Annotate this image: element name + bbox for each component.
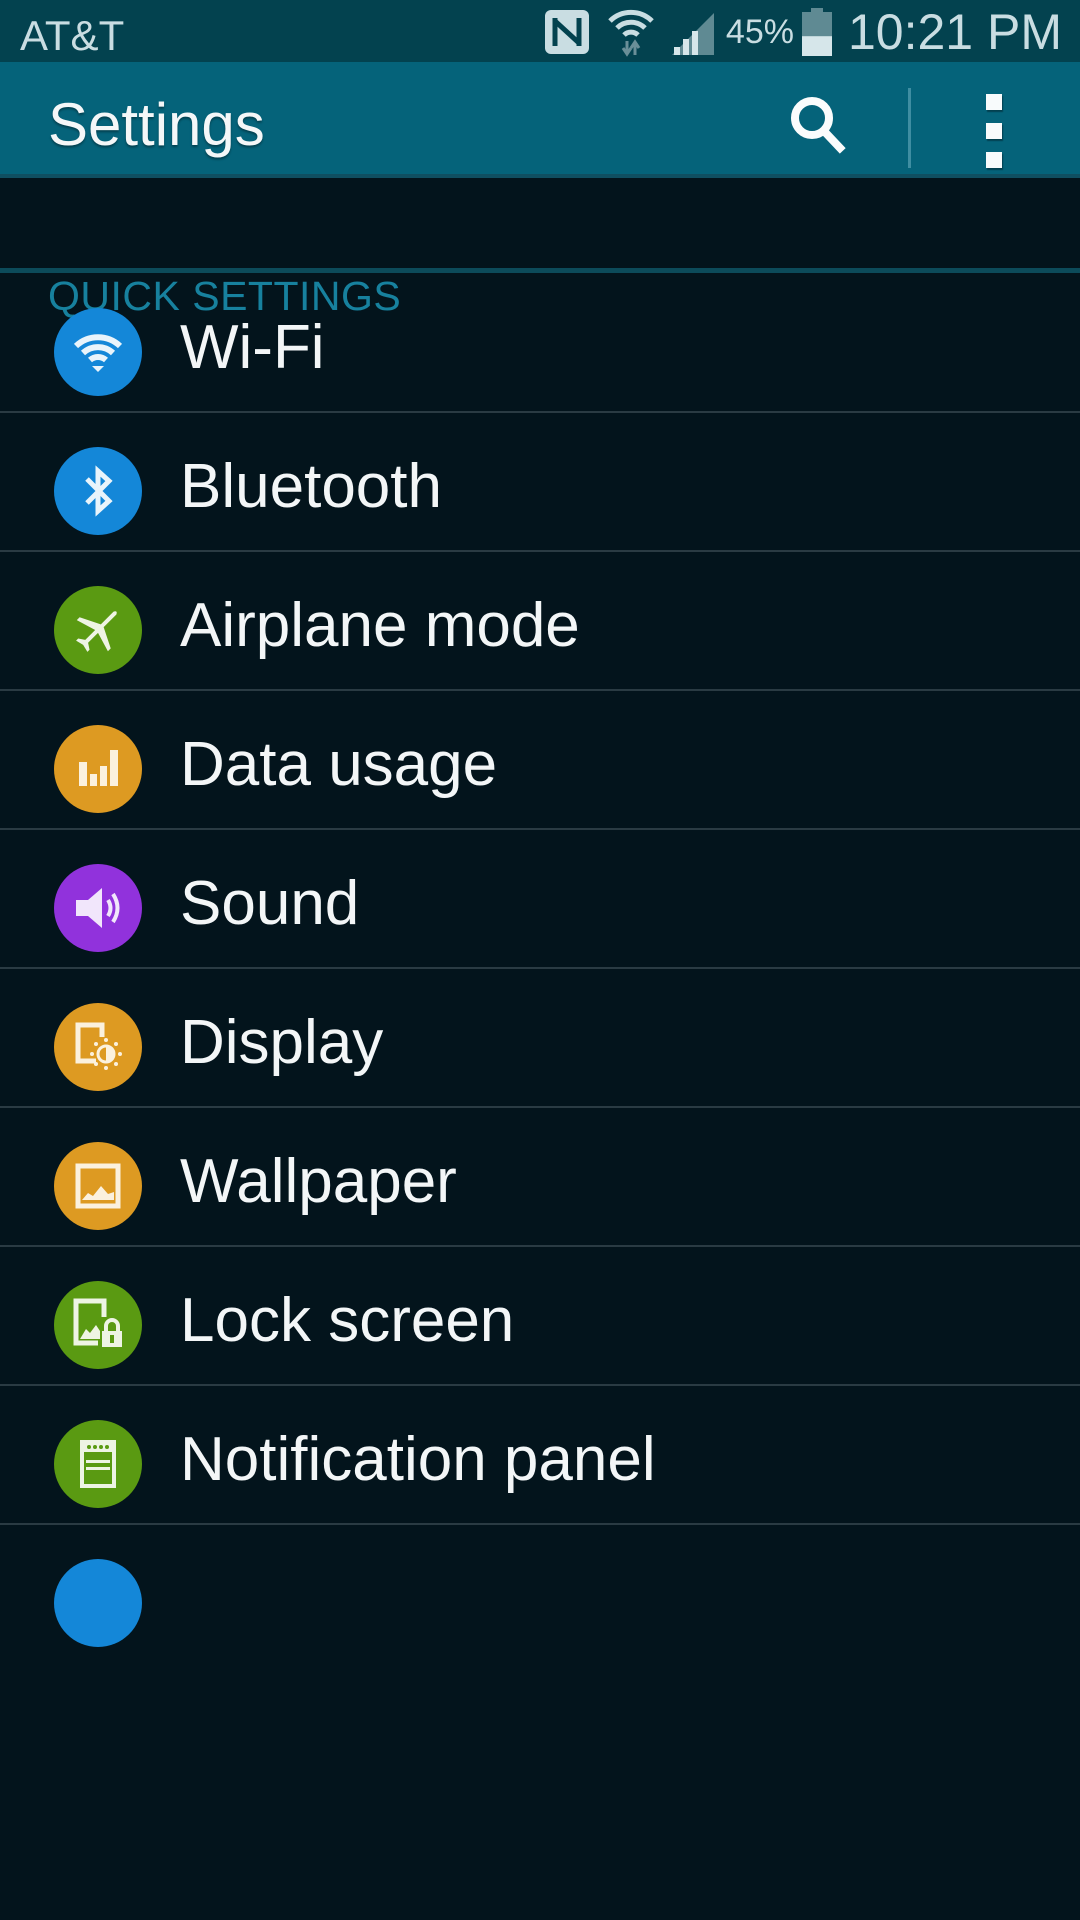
list-item-label: Bluetooth [180,452,442,521]
clock: 10:21 PM [847,4,1062,60]
list-item-wallpaper[interactable]: Wallpaper [0,1108,1080,1247]
lock-screen-icon [54,1281,142,1369]
list-item-label: Data usage [180,730,498,799]
list-item-label: Airplane mode [180,591,580,660]
list-item-display[interactable]: Display [0,969,1080,1108]
status-bar: AT&T 45% 10:21 PM [0,0,1080,62]
wifi-data-icon [606,7,656,57]
list-item-wifi[interactable]: Wi-Fi [0,274,1080,413]
status-icons: 45% 10:21 PM [544,4,1062,60]
nfc-icon [544,9,590,55]
wifi-icon [54,308,142,396]
section-header: QUICK SETTINGS [0,178,1080,319]
search-button[interactable] [780,84,860,164]
wallpaper-icon [54,1142,142,1230]
list-item-notification-panel[interactable]: Notification panel [0,1386,1080,1525]
battery-percent: 45% [725,12,794,51]
app-bar: Settings [0,62,1080,178]
list-item-label: Wallpaper [180,1147,457,1216]
page-title: Settings [48,91,265,158]
list-item-label: Display [180,1008,384,1077]
list-item-partial[interactable] [0,1525,1080,1662]
notification-panel-icon [54,1420,142,1508]
partial-item-icon [54,1559,142,1647]
list-item-label: Sound [180,869,360,938]
carrier-name: AT&T [20,12,125,59]
settings-list: Wi-Fi Bluetooth Airplane mode Data usage… [0,274,1080,1662]
bluetooth-icon [54,447,142,535]
app-bar-divider [908,88,911,168]
more-options-button[interactable] [960,84,1030,168]
list-item-label: Notification panel [180,1425,656,1494]
list-item-label: Wi-Fi [180,313,325,382]
speaker-icon [54,864,142,952]
airplane-icon [54,586,142,674]
list-item-lock-screen[interactable]: Lock screen [0,1247,1080,1386]
list-item-label: Lock screen [180,1286,515,1355]
battery-icon [800,8,834,56]
list-item-sound[interactable]: Sound [0,830,1080,969]
search-icon [780,97,860,168]
list-item-bluetooth[interactable]: Bluetooth [0,413,1080,552]
data-usage-icon [54,725,142,813]
cell-signal-icon [670,9,716,55]
display-brightness-icon [54,1003,142,1091]
list-item-data-usage[interactable]: Data usage [0,691,1080,830]
list-item-airplane-mode[interactable]: Airplane mode [0,552,1080,691]
